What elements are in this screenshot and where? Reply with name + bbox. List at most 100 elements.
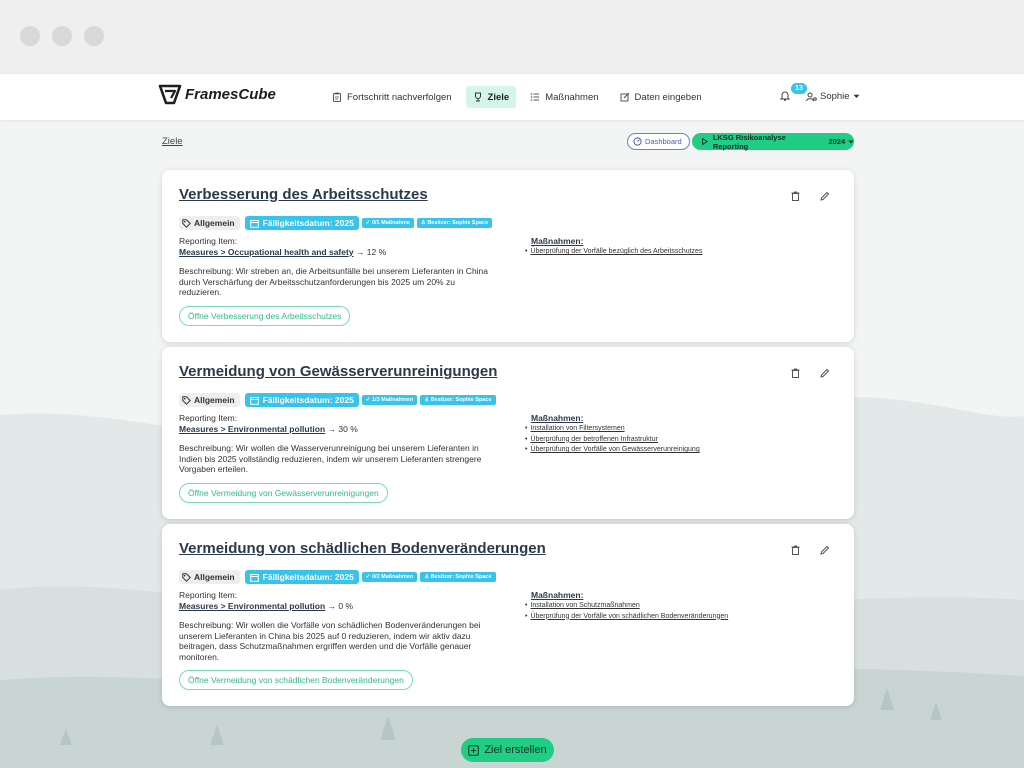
- category-tag: Allgemein: [179, 216, 240, 230]
- owner-badge: ♙ Besitzer: Sophie Space: [416, 218, 493, 228]
- goal-description: Beschreibung: Wir streben an, die Arbeit…: [179, 266, 489, 297]
- measure-item: Überprüfung der Vorfälle von Gewässerver…: [525, 445, 699, 456]
- reporting-item-label: Reporting Item:: [179, 413, 238, 423]
- goal-description: Beschreibung: Wir wollen die Vorfälle vo…: [179, 620, 481, 662]
- goal-card: Verbesserung des Arbeitsschutzes Allgeme…: [162, 170, 854, 342]
- edit-icon: [620, 92, 629, 102]
- reporting-item-value: Measures > Environmental pollution → 0 %: [179, 601, 354, 611]
- create-goal-button[interactable]: Ziel erstellen: [461, 738, 554, 762]
- clipboard-icon: [333, 92, 341, 102]
- reporting-item-link[interactable]: Measures > Environmental pollution: [179, 424, 325, 434]
- pencil-icon: [820, 545, 830, 555]
- open-goal-button[interactable]: Öffne Vermeidung von schädlichen Bodenve…: [179, 670, 413, 690]
- measures-title: Maßnahmen:: [531, 236, 584, 246]
- edit-button[interactable]: [818, 366, 832, 380]
- nav-item-label: Maßnahmen: [545, 91, 599, 103]
- bell-icon[interactable]: [780, 90, 790, 101]
- due-date-badge: Fälligkeitsdatum: 2025: [244, 570, 359, 584]
- goal-tags: Allgemein Fälligkeitsdatum: 2025 ✓ 0/1 M…: [179, 216, 495, 230]
- tag-icon: [182, 572, 191, 582]
- user-settings-icon: [806, 92, 817, 101]
- delete-button[interactable]: [788, 366, 802, 380]
- dashboard-button[interactable]: Dashboard: [627, 133, 690, 150]
- category-tag: Allgemein: [179, 393, 240, 407]
- goal-card: Vermeidung von Gewässerverunreinigungen …: [162, 347, 854, 519]
- reporting-item-link[interactable]: Measures > Environmental pollution: [179, 601, 325, 611]
- framescube-logo-icon: [158, 84, 182, 105]
- caret-down-icon: [848, 140, 854, 143]
- gauge-icon: [633, 137, 642, 146]
- measure-item: Überprüfung der Vorfälle bezüglich des A…: [525, 247, 702, 258]
- logo-text: FramesCube: [185, 85, 276, 103]
- owner-badge: ♙ Besitzer: Sophie Space: [420, 572, 496, 582]
- open-goal-button[interactable]: Öffne Vermeidung von Gewässerverunreinig…: [179, 483, 388, 503]
- delete-button[interactable]: [788, 543, 802, 557]
- reporting-item-value: Measures > Environmental pollution → 30 …: [179, 424, 358, 434]
- measures-list: Installation von Schutzmaßnahmen Überprü…: [525, 601, 728, 622]
- reporting-item-label: Reporting Item:: [179, 590, 238, 600]
- window-titlebar: [0, 0, 1024, 74]
- window-minimize-dot[interactable]: [52, 26, 72, 46]
- report-selector[interactable]: LKSG Risikoanalyse Reporting 2024: [692, 132, 854, 151]
- calendar-icon: [249, 396, 259, 405]
- breadcrumb-ziele[interactable]: Ziele: [162, 136, 183, 147]
- measure-item: Installation von Filtersystemen: [525, 424, 700, 435]
- edit-button[interactable]: [818, 189, 832, 203]
- goal-title[interactable]: Vermeidung von Gewässerverunreinigungen: [179, 363, 497, 380]
- reporting-item-label: Reporting Item:: [179, 236, 238, 246]
- play-icon: [702, 138, 708, 145]
- list-icon: [530, 93, 540, 101]
- pencil-icon: [820, 191, 830, 201]
- measures-title: Maßnahmen:: [531, 590, 584, 600]
- nav-item-fortschritt[interactable]: Fortschritt nachverfolgen: [325, 86, 459, 108]
- nav-item-ziele[interactable]: Ziele: [465, 86, 517, 108]
- tag-icon: [182, 218, 191, 228]
- user-menu[interactable]: Sophie: [806, 91, 860, 102]
- nav-item-massnahmen[interactable]: Maßnahmen: [523, 86, 605, 108]
- reporting-item-percent: 12 %: [366, 247, 387, 257]
- goal-description: Beschreibung: Wir wollen die Wasserverun…: [179, 443, 482, 474]
- edit-button[interactable]: [818, 543, 832, 557]
- delete-button[interactable]: [788, 189, 802, 203]
- goal-tags: Allgemein Fälligkeitsdatum: 2025 ✓ 0/2 M…: [179, 570, 499, 584]
- goal-title[interactable]: Vermeidung von schädlichen Bodenveränder…: [179, 540, 546, 557]
- nav-item-label: Daten eingeben: [634, 91, 702, 103]
- goal-tags: Allgemein Fälligkeitsdatum: 2025 ✓ 1/3 M…: [179, 393, 499, 407]
- trash-icon: [791, 545, 799, 555]
- report-year: 2024: [828, 137, 846, 146]
- calendar-icon: [249, 573, 259, 582]
- measures-count-badge: ✓ 1/3 Maßnahmen: [361, 395, 418, 405]
- create-goal-label: Ziel erstellen: [484, 744, 547, 756]
- open-goal-button[interactable]: Öffne Verbesserung des Arbeitsschutzes: [179, 306, 351, 326]
- reporting-item-value: Measures > Occupational health and safet…: [179, 247, 387, 257]
- measures-title: Maßnahmen:: [531, 413, 584, 423]
- reporting-item-percent: 0 %: [338, 601, 354, 611]
- trash-icon: [791, 191, 799, 201]
- due-date-badge: Fälligkeitsdatum: 2025: [244, 216, 359, 230]
- report-label: LKSG Risikoanalyse Reporting: [712, 132, 786, 151]
- measures-count-badge: ✓ 0/2 Maßnahmen: [361, 572, 418, 582]
- window-maximize-dot[interactable]: [84, 26, 104, 46]
- dashboard-label: Dashboard: [645, 137, 682, 146]
- brand-logo[interactable]: FramesCube: [158, 83, 276, 105]
- measure-item: Überprüfung der Vorfälle von schädlichen…: [525, 612, 728, 623]
- measures-count-badge: ✓ 0/1 Maßnahme: [361, 218, 414, 228]
- goal-card: Vermeidung von schädlichen Bodenveränder…: [162, 524, 854, 706]
- goal-title[interactable]: Verbesserung des Arbeitsschutzes: [179, 186, 428, 203]
- nav-item-label: Fortschritt nachverfolgen: [347, 91, 452, 103]
- user-name: Sophie: [820, 91, 850, 102]
- app-header: FramesCube Fortschritt nachverfolgen Zie…: [0, 74, 1024, 120]
- pencil-icon: [820, 368, 830, 378]
- trophy-icon: [474, 92, 481, 102]
- trash-icon: [791, 368, 799, 378]
- window-close-dot[interactable]: [20, 26, 40, 46]
- nav-item-daten-eingeben[interactable]: Daten eingeben: [613, 86, 709, 108]
- measures-list: Überprüfung der Vorfälle bezüglich des A…: [525, 247, 702, 258]
- nav-item-label: Ziele: [487, 91, 510, 103]
- due-date-badge: Fälligkeitsdatum: 2025: [244, 393, 359, 407]
- main-nav: Fortschritt nachverfolgen Ziele Maßnahme…: [325, 86, 716, 108]
- calendar-icon: [249, 219, 259, 228]
- measures-list: Installation von Filtersystemen Überprüf…: [525, 424, 700, 456]
- reporting-item-link[interactable]: Measures > Occupational health and safet…: [179, 247, 354, 257]
- measure-item: Überprüfung der betroffenen Infrastruktu…: [525, 435, 700, 446]
